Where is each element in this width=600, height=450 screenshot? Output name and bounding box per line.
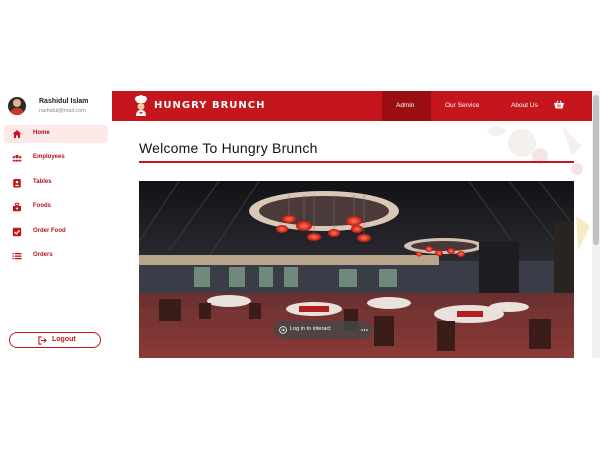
page-title: Welcome To Hungry Brunch <box>139 140 318 156</box>
checkbox-icon <box>12 227 22 237</box>
food-sketch-decoration <box>487 126 583 175</box>
sidebar-item-employees[interactable]: Employees <box>4 149 108 167</box>
top-navbar: HUNGRY BRUNCH Admin Our Service About Us <box>112 91 592 121</box>
login-icon <box>279 326 287 334</box>
tab-admin[interactable]: Admin <box>382 91 431 121</box>
sidebar-item-tables[interactable]: Tables <box>4 174 108 192</box>
chef-logo-icon <box>135 95 147 116</box>
sidebar-item-label: Home <box>33 130 50 136</box>
sidebar-item-label: Employees <box>33 154 65 160</box>
sidebar-item-label: Order Food <box>33 228 66 234</box>
logout-button[interactable]: Logout <box>9 332 101 348</box>
cart-icon[interactable] <box>553 100 565 111</box>
main-content: Welcome To Hungry Brunch Log in to inter… <box>112 121 592 358</box>
sidebar-item-home[interactable]: Home <box>4 125 108 143</box>
brand-title: HUNGRY BRUNCH <box>154 100 266 111</box>
list-icon <box>12 253 22 260</box>
sidebar: Rashidul Islam rashidul@mail.com Home Em… <box>0 91 113 358</box>
sidebar-item-orders[interactable]: Orders <box>4 247 108 265</box>
app-window: Rashidul Islam rashidul@mail.com Home Em… <box>0 91 600 358</box>
user-email: rashidul@mail.com <box>39 108 86 114</box>
sidebar-item-label: Foods <box>33 203 51 209</box>
tab-our-service[interactable]: Our Service <box>445 102 479 109</box>
sidebar-item-label: Orders <box>33 252 53 258</box>
page-scrollbar[interactable] <box>592 91 600 358</box>
login-overlay-label: Log in to interact <box>290 326 331 332</box>
scrollbar-thumb[interactable] <box>593 95 599 245</box>
title-underline <box>139 161 574 163</box>
sidebar-item-foods[interactable]: Foods <box>4 198 108 216</box>
home-icon <box>12 130 22 138</box>
logout-icon <box>38 336 47 345</box>
logout-label: Logout <box>52 336 76 343</box>
pizza-sketch-decoration <box>576 216 590 251</box>
user-profile[interactable]: Rashidul Islam rashidul@mail.com <box>0 91 112 121</box>
login-overlay-button[interactable]: Log in to interact <box>274 321 372 339</box>
user-name: Rashidul Islam <box>39 98 89 105</box>
restaurant-hero-image: Log in to interact <box>139 181 574 358</box>
users-icon <box>12 154 22 162</box>
tab-about-us[interactable]: About Us <box>511 102 538 109</box>
table-icon <box>13 179 21 188</box>
tab-admin-label: Admin <box>396 102 415 109</box>
avatar <box>8 97 26 115</box>
food-icon <box>13 202 21 212</box>
more-options-icon[interactable] <box>361 329 368 331</box>
sidebar-item-label: Tables <box>33 179 52 185</box>
sidebar-item-order-food[interactable]: Order Food <box>4 223 108 241</box>
